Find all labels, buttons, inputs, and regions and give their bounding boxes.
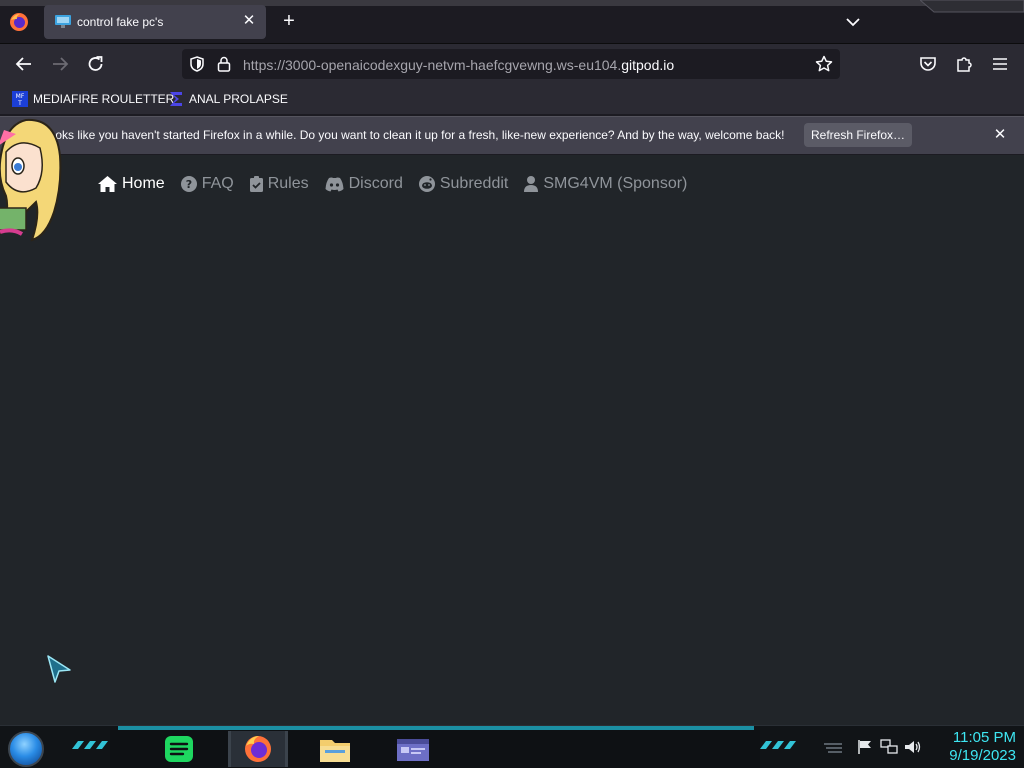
- window-app-icon: [397, 739, 429, 761]
- system-clock[interactable]: 11:05 PM 9/19/2023: [930, 729, 1016, 765]
- bookmark-label: MEDIAFIRE ROULETTER: [33, 92, 175, 106]
- url-text[interactable]: https://3000-openaicodexguy-netvm-haefcg…: [243, 57, 674, 73]
- taskbar-window-app[interactable]: [386, 731, 440, 767]
- start-orb-button[interactable]: [8, 731, 44, 767]
- firefox-icon[interactable]: [8, 11, 30, 33]
- notification-message: It looks like you haven't started Firefo…: [36, 128, 785, 142]
- nav-label: SMG4VM (Sponsor): [543, 175, 688, 192]
- mediafire-icon: MF T: [12, 91, 28, 107]
- taskbar-decoration: [72, 741, 108, 749]
- taskbar-firefox[interactable]: [228, 731, 288, 767]
- pocket-icon[interactable]: [918, 54, 938, 74]
- bookmark-star-icon[interactable]: [814, 54, 834, 74]
- web-page: M Home ? FAQ Rules Discord Subreddit: [0, 155, 1024, 725]
- nav-home[interactable]: Home: [98, 175, 165, 193]
- svg-text:?: ?: [185, 178, 191, 191]
- chevron-down-icon[interactable]: [842, 12, 864, 32]
- spotify-icon: [165, 736, 193, 762]
- firefox-icon: [245, 736, 271, 762]
- address-bar[interactable]: https://3000-openaicodexguy-netvm-haefcg…: [182, 49, 840, 79]
- user-icon: [524, 176, 539, 192]
- reload-icon[interactable]: [83, 52, 109, 76]
- bookmark-anal-prolapse[interactable]: ANAL PROLAPSE: [168, 90, 288, 108]
- mouse-cursor-icon: [47, 655, 71, 683]
- back-arrow-icon[interactable]: [11, 52, 37, 76]
- new-tab-button[interactable]: +: [278, 11, 300, 33]
- refresh-firefox-button[interactable]: Refresh Firefox…: [804, 123, 912, 147]
- nav-label: Subreddit: [439, 175, 509, 192]
- bookmark-label: ANAL PROLAPSE: [189, 92, 288, 106]
- nav-label: FAQ: [201, 175, 234, 192]
- tab-strip: control fake pc's ✕ +: [0, 0, 1024, 44]
- forward-arrow-icon[interactable]: [47, 52, 73, 76]
- cartoon-mascot-overlay[interactable]: [0, 116, 64, 242]
- question-icon: ?: [180, 176, 197, 192]
- window-frame-decoration: [920, 0, 1024, 13]
- navigation-toolbar: https://3000-openaicodexguy-netvm-haefcg…: [0, 44, 1024, 84]
- lock-icon[interactable]: [216, 55, 232, 73]
- nav-discord[interactable]: Discord: [325, 175, 403, 193]
- nav-label: Home: [122, 175, 165, 192]
- bookmarks-toolbar: MF T MEDIAFIRE ROULETTER ANAL PROLAPSE: [0, 84, 1024, 114]
- network-icon[interactable]: [880, 739, 898, 755]
- site-navigation: Home ? FAQ Rules Discord Subreddit SMG4V…: [98, 175, 703, 193]
- taskbar-file-explorer[interactable]: [308, 731, 362, 767]
- tab-title: control fake pc's: [77, 15, 164, 29]
- nav-label: Rules: [267, 175, 309, 192]
- url-domain: gitpod.io: [621, 57, 675, 73]
- clipboard-check-icon: [249, 176, 263, 192]
- nav-subreddit[interactable]: Subreddit: [418, 175, 509, 193]
- close-tab-icon[interactable]: ✕: [240, 12, 258, 30]
- taskbar-decoration: [760, 741, 796, 749]
- file-explorer-icon: [320, 740, 350, 762]
- desktop-screen: control fake pc's ✕ + https://3000-opena…: [0, 0, 1024, 768]
- svg-text:MF: MF: [16, 93, 25, 100]
- volume-icon[interactable]: [904, 739, 922, 755]
- home-icon: [98, 176, 117, 192]
- notification-bar: It looks like you haven't started Firefo…: [0, 116, 1024, 154]
- svg-text:T: T: [17, 100, 22, 107]
- clock-date: 9/19/2023: [949, 747, 1016, 764]
- action-center-flag-icon[interactable]: [856, 739, 874, 755]
- reddit-icon: [418, 176, 435, 192]
- nav-faq[interactable]: ? FAQ: [180, 175, 234, 193]
- tab-control-fake-pcs[interactable]: control fake pc's ✕: [44, 5, 266, 39]
- nav-label: Discord: [348, 175, 403, 192]
- nav-rules[interactable]: Rules: [249, 175, 309, 193]
- discord-icon: [325, 177, 344, 191]
- close-notification-icon[interactable]: ✕: [990, 125, 1010, 145]
- taskbar-spotify[interactable]: [152, 731, 206, 767]
- taskbar: 11:05 PM 9/19/2023: [0, 725, 1024, 768]
- show-hidden-icons-icon[interactable]: [822, 739, 844, 755]
- clock-time: 11:05 PM: [952, 729, 1016, 746]
- sigma-icon: [170, 92, 182, 106]
- bookmark-mediafire-rouletter[interactable]: MF T MEDIAFIRE ROULETTER: [12, 90, 174, 108]
- hamburger-menu-icon[interactable]: [990, 54, 1010, 74]
- nav-smg4vm-sponsor[interactable]: SMG4VM (Sponsor): [524, 175, 687, 193]
- extensions-puzzle-icon[interactable]: [954, 54, 974, 74]
- monitor-icon: [55, 15, 71, 28]
- tracking-protection-shield-icon[interactable]: [188, 55, 206, 73]
